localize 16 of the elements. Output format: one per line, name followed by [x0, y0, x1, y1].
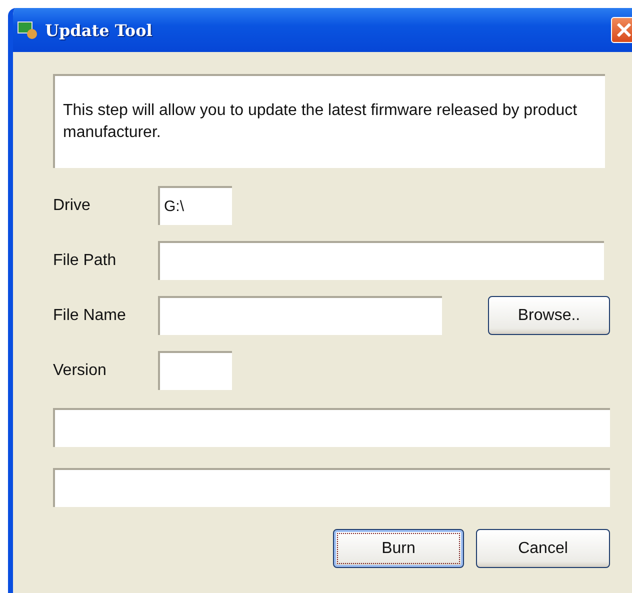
dialog-button[interactable]: Burn [333, 529, 464, 568]
dialog-button[interactable]: Cancel [476, 529, 610, 568]
browse-button[interactable]: Browse.. [488, 296, 610, 335]
input-field[interactable] [158, 296, 442, 335]
input-field[interactable] [158, 351, 232, 390]
window-title: Update Tool [45, 20, 152, 40]
description-text: This step will allow you to update the latest firmware released by product manufacturer. [53, 74, 605, 168]
field-label: File Name [53, 306, 127, 324]
app-icon [17, 20, 39, 40]
field-label: File Path [53, 252, 118, 270]
input-field[interactable]: G:\ [158, 186, 232, 225]
field-label: Version [53, 362, 108, 380]
close-icon [616, 22, 632, 38]
field-label: Drive [53, 196, 92, 214]
close-button[interactable] [611, 17, 632, 43]
input-field[interactable] [158, 241, 604, 280]
